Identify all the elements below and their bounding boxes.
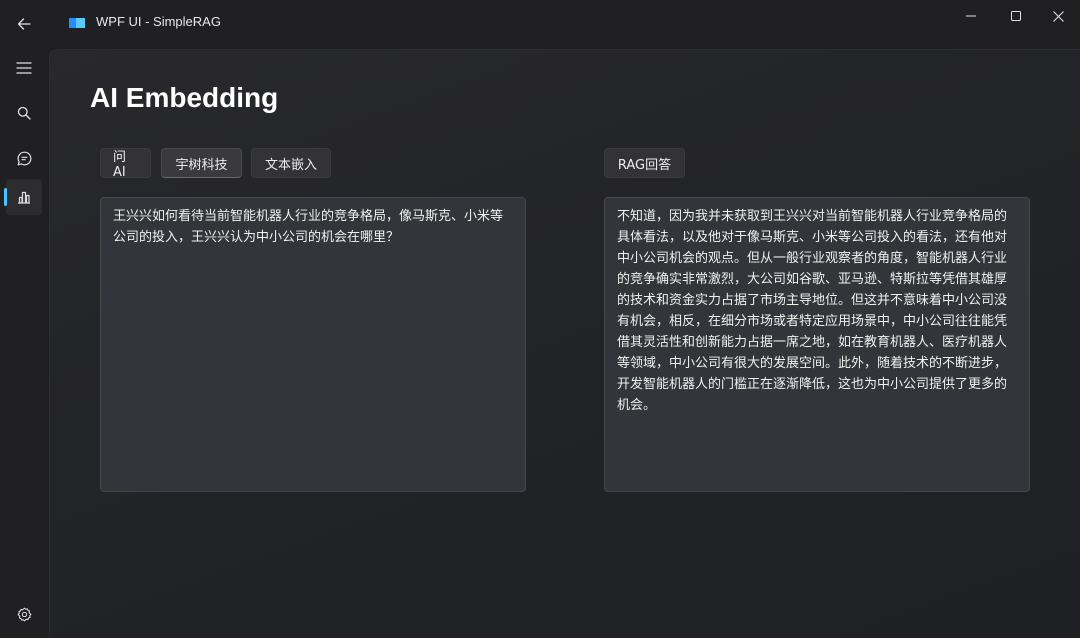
page-title: AI Embedding <box>90 82 279 113</box>
nav-item-chat[interactable] <box>6 140 42 176</box>
hamburger-menu-icon <box>16 62 32 74</box>
left-navigation <box>0 48 48 638</box>
window-title: WPF UI - SimpleRAG <box>96 14 221 29</box>
gear-icon <box>17 607 31 621</box>
minimize-button[interactable] <box>948 0 994 32</box>
text-embedding-button[interactable]: 文本嵌入 <box>251 148 331 178</box>
nav-item-embedding[interactable] <box>4 179 42 215</box>
nav-item-search[interactable] <box>6 95 42 131</box>
close-icon <box>1052 10 1064 22</box>
search-icon <box>17 106 31 120</box>
minimize-icon <box>966 15 976 17</box>
question-input[interactable]: 王兴兴如何看待当前智能机器人行业的竞争格局，像马斯克、小米等公司的投入，王兴兴认… <box>100 197 526 492</box>
back-arrow-icon <box>17 18 31 30</box>
settings-button[interactable] <box>6 596 42 632</box>
app-window: WPF UI - SimpleRAG AI Embedding 问AI 宇树科技… <box>0 0 1080 638</box>
close-button[interactable] <box>1035 0 1080 32</box>
nav-menu-toggle[interactable] <box>6 50 42 86</box>
answer-output[interactable]: 不知道，因为我并未获取到王兴兴对当前智能机器人行业竞争格局的具体看法，以及他对于… <box>604 197 1030 492</box>
app-logo-icon <box>69 18 85 28</box>
ask-ai-button[interactable]: 问AI <box>100 148 151 180</box>
rag-answer-button[interactable]: RAG回答 <box>604 148 685 178</box>
main-content: AI Embedding 问AI 宇树科技 文本嵌入 RAG回答 王兴兴如何看待… <box>49 49 1080 638</box>
chat-icon <box>17 151 31 165</box>
yushu-tech-button[interactable]: 宇树科技 <box>161 148 242 178</box>
title-bar: WPF UI - SimpleRAG <box>0 0 1080 48</box>
back-button[interactable] <box>6 6 42 42</box>
maximize-button[interactable] <box>993 0 1039 32</box>
maximize-icon <box>1011 11 1021 21</box>
active-indicator <box>4 188 7 206</box>
chart-icon <box>18 191 30 204</box>
